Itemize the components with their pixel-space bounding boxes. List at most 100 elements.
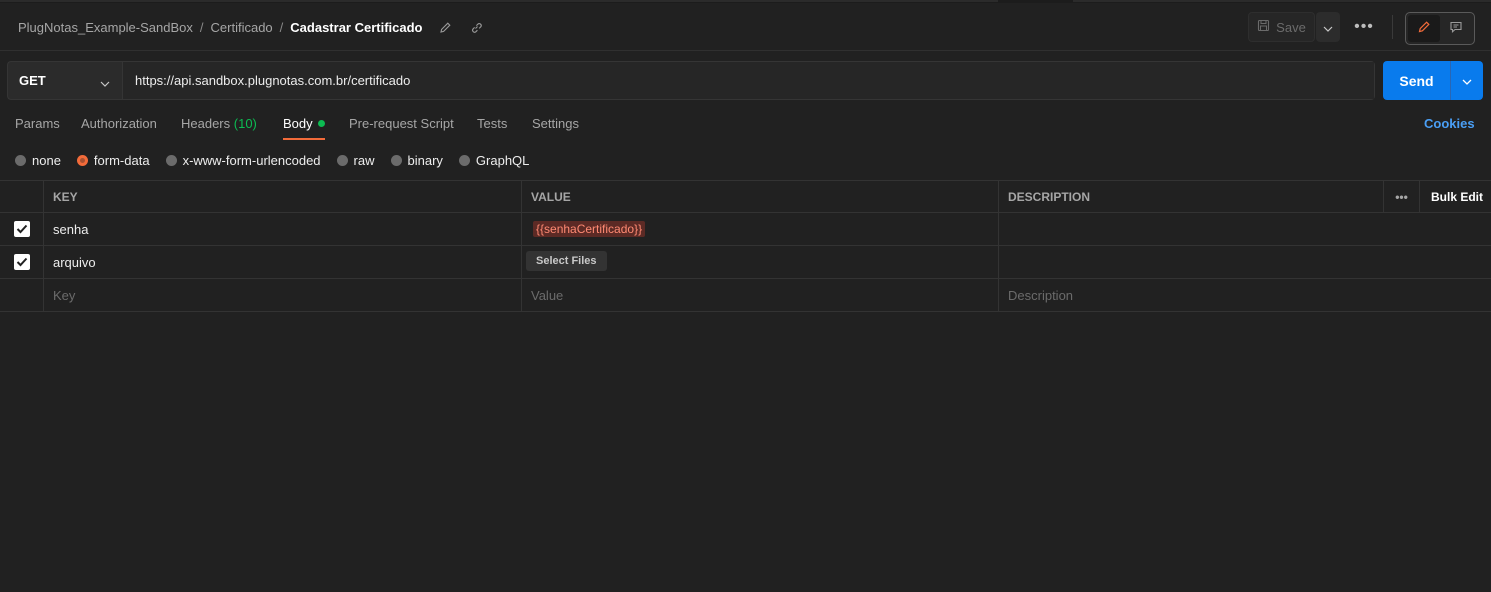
- method-select[interactable]: GET: [8, 62, 123, 99]
- table-row-empty: Key Value Description: [0, 279, 1491, 312]
- radio-button: [458, 154, 470, 166]
- chevron-down-icon: [1323, 20, 1333, 35]
- row-checkbox-cell: [0, 279, 43, 311]
- save-icon: [1257, 19, 1270, 35]
- save-label: Save: [1276, 19, 1306, 35]
- tab-label: Authorization: [81, 116, 157, 131]
- radio-button: [165, 154, 177, 166]
- row-checkbox[interactable]: [13, 254, 30, 270]
- value-input[interactable]: Value: [521, 279, 998, 311]
- send-button[interactable]: Send: [1383, 61, 1450, 100]
- active-tab-indicator: [283, 138, 325, 140]
- request-header: PlugNotas_Example-SandBox / Certificado …: [0, 3, 1491, 51]
- radio-label: raw: [353, 152, 375, 168]
- save-button[interactable]: Save: [1248, 12, 1315, 42]
- more-options-button[interactable]: •••: [1350, 12, 1378, 42]
- body-type-graphql[interactable]: GraphQL: [458, 152, 530, 168]
- description-cell[interactable]: [998, 246, 1491, 278]
- tab-label: Headers: [181, 116, 231, 131]
- tab-label: Tests: [477, 116, 508, 131]
- table-header-row: KEY VALUE DESCRIPTION ••• Bulk Edit: [0, 180, 1491, 213]
- tab-params[interactable]: Params: [15, 116, 60, 142]
- breadcrumb-separator: /: [199, 19, 204, 35]
- tab-pre-request-script[interactable]: Pre-request Script: [349, 116, 454, 142]
- cookies-link[interactable]: Cookies: [1424, 116, 1475, 131]
- url-input[interactable]: https://api.sandbox.plugnotas.com.br/cer…: [123, 62, 1374, 99]
- body-type-raw[interactable]: raw: [336, 152, 375, 168]
- breadcrumb-folder[interactable]: Certificado: [211, 20, 273, 35]
- tab-label: Params: [15, 116, 60, 131]
- request-tabs: Params Authorization Headers (10) Body P…: [0, 107, 1491, 142]
- edit-mode-button[interactable]: [1408, 15, 1440, 42]
- column-header-description: DESCRIPTION: [998, 181, 1383, 212]
- tab-headers[interactable]: Headers (10): [181, 116, 257, 142]
- key-placeholder: Key: [53, 287, 76, 303]
- breadcrumb: PlugNotas_Example-SandBox / Certificado …: [18, 3, 487, 51]
- request-title: Cadastrar Certificado: [290, 19, 423, 35]
- body-status-dot: [317, 120, 325, 127]
- pencil-icon: [1417, 20, 1431, 37]
- comment-icon: [1449, 20, 1463, 37]
- radio-label: form-data: [93, 152, 150, 168]
- radio-label: none: [32, 152, 61, 168]
- row-checkbox[interactable]: [13, 221, 30, 237]
- description-cell[interactable]: [998, 213, 1491, 245]
- key-text: senha: [53, 221, 89, 237]
- body-type-none[interactable]: none: [15, 153, 61, 168]
- radio-button: [336, 154, 348, 166]
- radio-button: [390, 154, 402, 166]
- radio-label: GraphQL: [475, 152, 530, 168]
- column-header-value: VALUE: [521, 181, 998, 212]
- table-row: arquivo Select Files: [0, 246, 1491, 279]
- save-options-button[interactable]: [1316, 12, 1340, 42]
- check-icon: [16, 224, 27, 234]
- tab-settings[interactable]: Settings: [532, 116, 579, 142]
- table-row: senha {{senhaCertificado}}: [0, 213, 1491, 246]
- radio-label: x-www-form-urlencoded: [182, 152, 321, 168]
- tab-label: Body: [283, 116, 313, 131]
- breadcrumb-collection[interactable]: PlugNotas_Example-SandBox: [18, 20, 193, 35]
- body-type-binary[interactable]: binary: [390, 152, 443, 168]
- check-icon: [16, 257, 27, 267]
- tab-label: Settings: [532, 116, 579, 131]
- chevron-down-icon: [1462, 73, 1472, 88]
- url-bar: GET https://api.sandbox.plugnotas.com.br…: [7, 61, 1375, 100]
- row-checkbox-cell: [0, 213, 43, 245]
- radio-button-selected: [76, 154, 88, 166]
- radio-label: binary: [407, 152, 443, 168]
- tab-tests[interactable]: Tests: [477, 116, 507, 142]
- key-text: arquivo: [53, 254, 96, 270]
- variable-chip: {{senhaCertificado}}: [533, 221, 646, 237]
- send-button-group: Send: [1383, 61, 1483, 100]
- body-type-form-data[interactable]: form-data: [76, 152, 150, 168]
- link-icon[interactable]: [467, 17, 487, 37]
- column-header-key: KEY: [43, 181, 521, 212]
- select-files-button[interactable]: Select Files: [526, 250, 607, 271]
- value-cell[interactable]: {{senhaCertificado}}: [521, 213, 998, 245]
- key-cell[interactable]: arquivo: [43, 246, 521, 278]
- send-options-button[interactable]: [1450, 61, 1483, 100]
- view-toggle: [1405, 12, 1475, 45]
- row-checkbox-cell: [0, 246, 43, 278]
- pencil-icon[interactable]: [436, 17, 456, 37]
- radio-button: [15, 154, 26, 166]
- body-type-urlencoded[interactable]: x-www-form-urlencoded: [165, 152, 321, 168]
- value-placeholder: Value: [531, 287, 564, 303]
- value-cell: Select Files: [521, 246, 998, 278]
- key-input[interactable]: Key: [43, 279, 521, 311]
- divider: [1392, 15, 1393, 39]
- headers-count-badge: (10): [233, 116, 257, 131]
- tab-authorization[interactable]: Authorization: [81, 116, 157, 142]
- comments-button[interactable]: [1440, 15, 1472, 42]
- key-cell[interactable]: senha: [43, 213, 521, 245]
- tab-strip-segment: [1073, 0, 1491, 2]
- column-options-button[interactable]: •••: [1383, 181, 1419, 212]
- tab-body[interactable]: Body: [283, 116, 325, 142]
- chevron-down-icon: [100, 75, 110, 90]
- body-type-selector: none form-data x-www-form-urlencoded raw…: [15, 151, 545, 169]
- bulk-edit-button[interactable]: Bulk Edit: [1419, 181, 1491, 212]
- header-check-cell: [0, 181, 43, 212]
- description-input[interactable]: Description: [998, 279, 1491, 311]
- breadcrumb-separator: /: [279, 19, 284, 35]
- description-placeholder: Description: [1008, 287, 1074, 303]
